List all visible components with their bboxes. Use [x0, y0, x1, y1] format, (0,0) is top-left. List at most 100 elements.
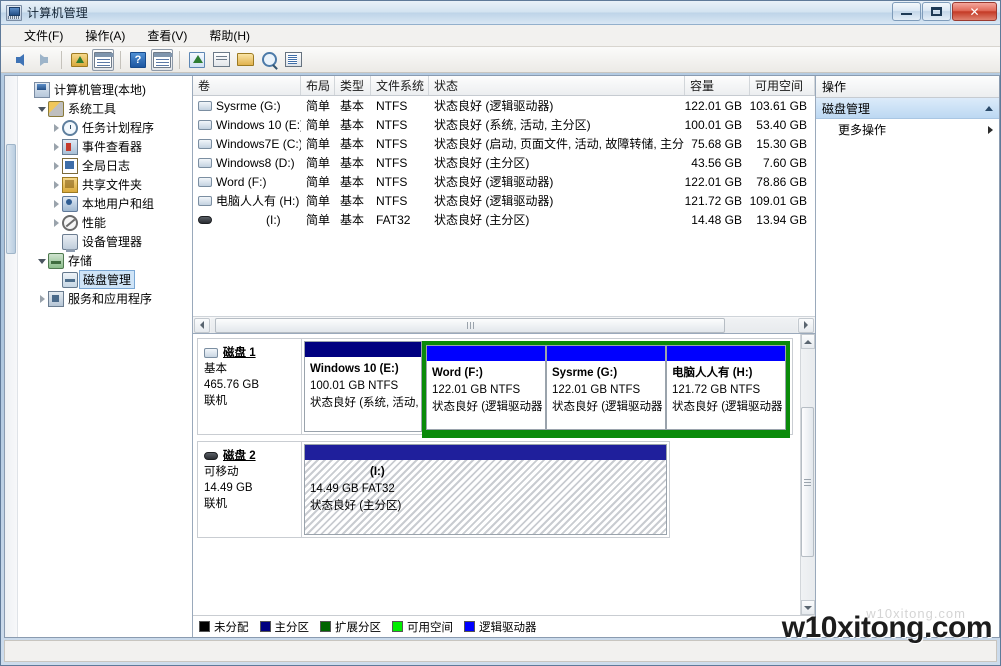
- twisty-collapsed-icon[interactable]: [50, 213, 62, 232]
- show-action-pane-button[interactable]: [151, 49, 173, 71]
- chevron-right-icon[interactable]: [988, 126, 993, 134]
- partition-header-bar: [305, 445, 666, 460]
- twisty-collapsed-icon[interactable]: [50, 194, 62, 213]
- export-list-button[interactable]: [282, 49, 304, 71]
- twisty-collapsed-icon[interactable]: [50, 175, 62, 194]
- vertical-scroll-thumb[interactable]: [801, 407, 814, 557]
- menu-action[interactable]: 操作(A): [74, 25, 136, 46]
- volume-name: Sysrme (G:): [216, 99, 281, 113]
- volume-row[interactable]: (I:)简单基本FAT32状态良好 (主分区)14.48 GB13.94 GB: [193, 210, 815, 229]
- volume-cell-capacity: 14.48 GB: [685, 213, 750, 227]
- partition[interactable]: Word (F:)122.01 GB NTFS状态良好 (逻辑驱动器: [426, 345, 546, 430]
- minimize-button[interactable]: [892, 2, 921, 21]
- partition[interactable]: Windows 10 (E:)100.01 GB NTFS状态良好 (系统, 活…: [304, 341, 422, 432]
- legend-swatch: [320, 621, 331, 632]
- vertical-scroll-track[interactable]: [801, 349, 815, 600]
- extended-partition[interactable]: Word (F:)122.01 GB NTFS状态良好 (逻辑驱动器Sysrme…: [422, 341, 790, 438]
- volume-cell-fs: NTFS: [371, 175, 429, 189]
- up-folder-button[interactable]: [68, 49, 90, 71]
- removable-disk-icon: [204, 452, 218, 460]
- volume-cell-status: 状态良好 (逻辑驱动器): [429, 97, 685, 114]
- volume-name: Word (F:): [216, 175, 266, 189]
- tree-item-7[interactable]: 性能: [18, 213, 192, 232]
- menu-file[interactable]: 文件(F): [13, 25, 74, 46]
- tree-item-5[interactable]: 共享文件夹: [18, 175, 192, 194]
- console-tree-pane: 计算机管理(本地)系统工具任务计划程序事件查看器全局日志共享文件夹本地用户和组性…: [5, 76, 193, 637]
- horizontal-scroll-track[interactable]: [211, 318, 797, 333]
- properties-button[interactable]: [210, 49, 232, 71]
- partition-body: Windows 10 (E:)100.01 GB NTFS状态良好 (系统, 活…: [305, 357, 421, 431]
- tree-scrollbar-thumb[interactable]: [6, 144, 16, 254]
- tree-item-0[interactable]: 计算机管理(本地): [18, 80, 192, 99]
- tree-item-9[interactable]: 存储: [18, 251, 192, 270]
- properties-icon: [213, 52, 230, 67]
- graphical-view-vertical-scrollbar[interactable]: [800, 334, 815, 615]
- twisty-collapsed-icon[interactable]: [50, 156, 62, 175]
- maximize-button[interactable]: [922, 2, 951, 21]
- chevron-up-icon[interactable]: [985, 106, 993, 111]
- volume-row[interactable]: Windows8 (D:)简单基本NTFS状态良好 (主分区)43.56 GB7…: [193, 153, 815, 172]
- scroll-down-button[interactable]: [801, 600, 815, 615]
- legend-swatch: [260, 621, 271, 632]
- volume-row[interactable]: 电脑人人有 (H:)简单基本NTFS状态良好 (逻辑驱动器)121.72 GB1…: [193, 191, 815, 210]
- forward-button[interactable]: [33, 49, 55, 71]
- twisty-expanded-icon[interactable]: [36, 251, 48, 270]
- menu-view[interactable]: 查看(V): [136, 25, 198, 46]
- volume-column-header-2[interactable]: 类型: [335, 76, 371, 95]
- volume-column-header-3[interactable]: 文件系统: [371, 76, 429, 95]
- volume-column-header-0[interactable]: 卷: [193, 76, 301, 95]
- legend-label: 主分区: [275, 619, 310, 635]
- tree-item-11[interactable]: 服务和应用程序: [18, 289, 192, 308]
- tree-vertical-scrollbar[interactable]: [5, 76, 18, 637]
- tree-item-8[interactable]: 设备管理器: [18, 232, 192, 251]
- tree-item-4[interactable]: 全局日志: [18, 156, 192, 175]
- volume-row[interactable]: Windows 10 (E:)简单基本NTFS状态良好 (系统, 活动, 主分区…: [193, 115, 815, 134]
- partition[interactable]: Sysrme (G:)122.01 GB NTFS状态良好 (逻辑驱动器: [546, 345, 666, 430]
- volume-column-header-4[interactable]: 状态: [429, 76, 685, 95]
- close-button[interactable]: ✕: [952, 2, 997, 21]
- tree-item-6[interactable]: 本地用户和组: [18, 194, 192, 213]
- scroll-up-button[interactable]: [801, 334, 815, 349]
- volume-list-horizontal-scrollbar[interactable]: [193, 316, 815, 333]
- tree-item-3[interactable]: 事件查看器: [18, 137, 192, 156]
- actions-group-disk-management[interactable]: 磁盘管理: [816, 98, 999, 119]
- twisty-collapsed-icon[interactable]: [50, 118, 62, 137]
- volume-column-header-1[interactable]: 布局: [301, 76, 335, 95]
- partition[interactable]: 电脑人人有 (H:)121.72 GB NTFS状态良好 (逻辑驱动器: [666, 345, 786, 430]
- open-button[interactable]: [234, 49, 256, 71]
- scroll-left-button[interactable]: [194, 318, 210, 333]
- volume-column-header-6[interactable]: 可用空间: [750, 76, 815, 95]
- title-bar: 计算机管理 ✕: [1, 1, 1000, 25]
- volume-cell-capacity: 75.68 GB: [685, 137, 750, 151]
- refresh-icon: [189, 52, 205, 68]
- scroll-right-button[interactable]: [798, 318, 814, 333]
- partition[interactable]: (I:)14.49 GB FAT32状态良好 (主分区): [304, 444, 667, 535]
- menu-help[interactable]: 帮助(H): [198, 25, 261, 46]
- volume-row[interactable]: Windows7E (C:)简单基本NTFS状态良好 (启动, 页面文件, 活动…: [193, 134, 815, 153]
- find-button[interactable]: [258, 49, 280, 71]
- legend-swatch: [199, 621, 210, 632]
- twisty-collapsed-icon[interactable]: [50, 137, 62, 156]
- tree-item-2[interactable]: 任务计划程序: [18, 118, 192, 137]
- back-button[interactable]: [9, 49, 31, 71]
- horizontal-scroll-thumb[interactable]: [215, 318, 725, 333]
- volume-column-header-5[interactable]: 容量: [685, 76, 750, 95]
- refresh-button[interactable]: [186, 49, 208, 71]
- help-button[interactable]: ?: [127, 49, 149, 71]
- twisty-collapsed-icon[interactable]: [36, 289, 48, 308]
- volume-row[interactable]: Sysrme (G:)简单基本NTFS状态良好 (逻辑驱动器)122.01 GB…: [193, 96, 815, 115]
- disk-info-panel[interactable]: 磁盘 2可移动14.49 GB联机: [197, 441, 301, 538]
- disk-state: 联机: [204, 496, 297, 512]
- tree-item-label: 计算机管理(本地): [54, 81, 146, 98]
- volume-row[interactable]: Word (F:)简单基本NTFS状态良好 (逻辑驱动器)122.01 GB78…: [193, 172, 815, 191]
- toolbar-separator: [179, 51, 180, 69]
- action-more-actions[interactable]: 更多操作: [816, 119, 999, 140]
- volume-cell-status: 状态良好 (逻辑驱动器): [429, 192, 685, 209]
- tree-item-1[interactable]: 系统工具: [18, 99, 192, 118]
- partition-name: 电脑人人有 (H:): [672, 365, 780, 382]
- tree-item-10[interactable]: 磁盘管理: [18, 270, 192, 289]
- help-icon: ?: [130, 52, 146, 68]
- show-hide-tree-button[interactable]: [92, 49, 114, 71]
- twisty-expanded-icon[interactable]: [36, 99, 48, 118]
- disk-info-panel[interactable]: 磁盘 1基本465.76 GB联机: [197, 338, 301, 435]
